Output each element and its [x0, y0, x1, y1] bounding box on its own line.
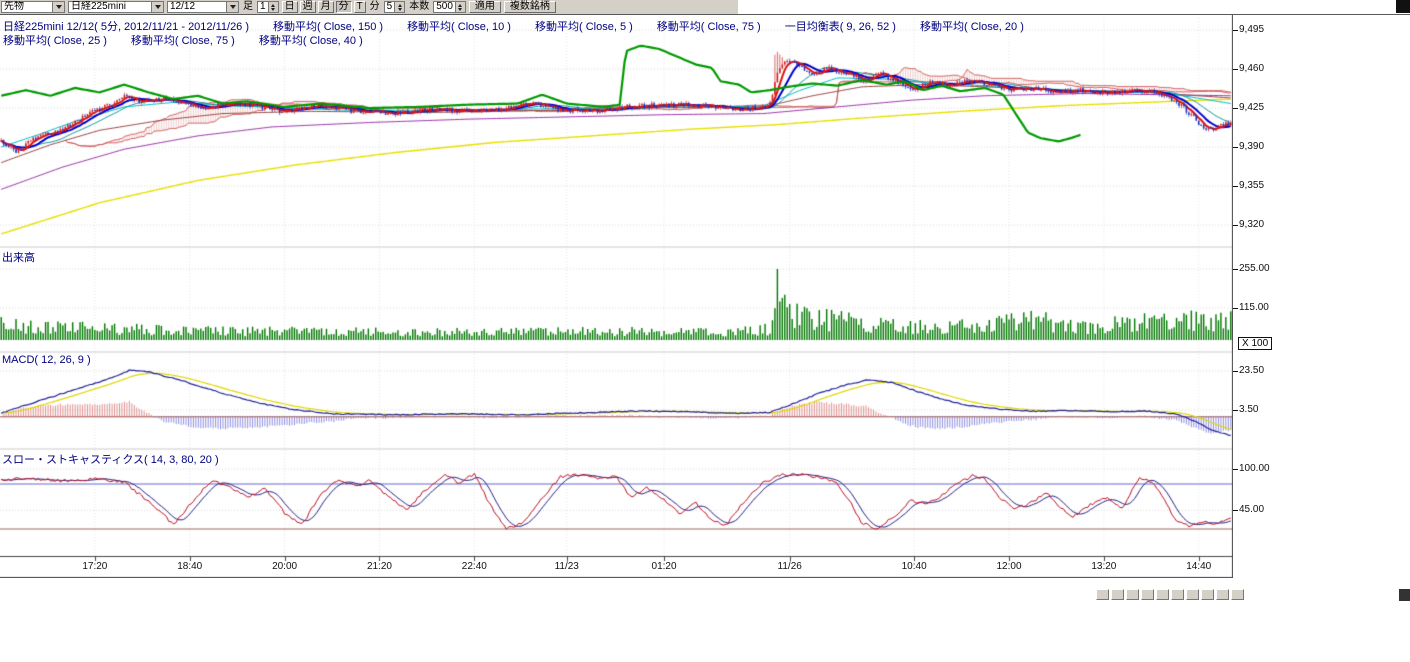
- axis-tick-mark: [1233, 30, 1238, 31]
- axis-tick-mark: [1233, 147, 1238, 148]
- time-axis-label: 12:00: [984, 561, 1034, 572]
- time-axis-label: 22:40: [449, 561, 499, 572]
- volume-axis-label: 115.00: [1239, 302, 1285, 313]
- stoch-axis-label: 45.00: [1239, 504, 1285, 515]
- price-axis-label: 9,355: [1239, 180, 1285, 191]
- price-axis-label: 9,390: [1239, 141, 1285, 152]
- toolbar-row: 先物 日経225mini 12/12 足 1 日週月分T 分 5 本数 500 …: [0, 0, 1410, 15]
- chart-tool-button-8[interactable]: [1201, 589, 1214, 600]
- macd-panel-label: MACD( 12, 26, 9 ): [2, 354, 91, 366]
- bottom-corner-box: [1399, 589, 1410, 601]
- legend-item: 移動平均( Close, 40 ): [259, 35, 363, 47]
- apply-button[interactable]: 適用: [469, 1, 501, 13]
- chart-tool-button-7[interactable]: [1186, 589, 1199, 600]
- period-button-T[interactable]: T: [354, 1, 366, 13]
- time-axis-label: 11/26: [765, 561, 815, 572]
- ashi-count-value: 1: [258, 1, 268, 13]
- price-axis-label: 9,495: [1239, 24, 1285, 35]
- spinner-arrows-icon[interactable]: [455, 2, 465, 12]
- time-axis-label: 10:40: [889, 561, 939, 572]
- symbol-select-value: 日経225mini: [69, 1, 151, 13]
- time-axis-label: 20:00: [260, 561, 310, 572]
- bars-label: 本数: [408, 1, 430, 13]
- ashi-count-spinner[interactable]: 1: [257, 1, 279, 13]
- minute-label: 分: [369, 1, 381, 13]
- price-axis-label: 9,425: [1239, 102, 1285, 113]
- chart-tool-button-5[interactable]: [1156, 589, 1169, 600]
- contract-month-select[interactable]: 12/12: [167, 1, 239, 13]
- axis-tick-mark: [1233, 371, 1238, 372]
- legend-row-2: 移動平均( Close, 25 ) 移動平均( Close, 75 ) 移動平均( …: [3, 32, 387, 48]
- period-button-月[interactable]: 月: [318, 1, 334, 13]
- period-button-日[interactable]: 日: [282, 1, 298, 13]
- bars-value: 500: [434, 1, 455, 13]
- price-axis-label: 9,320: [1239, 219, 1285, 230]
- time-axis-label: 11/23: [542, 561, 592, 572]
- stoch-panel-label: スロー・ストキャスティクス( 14, 3, 80, 20 ): [2, 451, 219, 467]
- axis-tick-mark: [1233, 225, 1238, 226]
- volume-panel-label: 出来高: [2, 249, 35, 265]
- axis-tick-mark: [1233, 69, 1238, 70]
- market-select[interactable]: 先物: [1, 1, 65, 13]
- axis-tick-mark: [1233, 269, 1238, 270]
- legend-item: 移動平均( Close, 75 ): [131, 35, 235, 47]
- contract-month-value: 12/12: [168, 1, 226, 13]
- time-axis-label: 18:40: [165, 561, 215, 572]
- ashi-label: 足: [242, 1, 254, 13]
- chevron-down-icon[interactable]: [151, 2, 163, 12]
- chart-tool-button-3[interactable]: [1126, 589, 1139, 600]
- minute-spinner[interactable]: 5: [384, 1, 406, 13]
- legend-item: 移動平均( Close, 75 ): [657, 21, 761, 33]
- stoch-axis-label: 100.00: [1239, 463, 1285, 474]
- window-corner-box: [1396, 0, 1410, 13]
- bottom-mini-toolbar: [1096, 589, 1244, 600]
- spinner-arrows-icon[interactable]: [394, 2, 404, 12]
- chevron-down-icon[interactable]: [226, 2, 238, 12]
- volume-axis-label: 255.00: [1239, 263, 1285, 274]
- bars-spinner[interactable]: 500: [433, 1, 466, 13]
- period-button-group: 日週月分T: [282, 1, 366, 13]
- legend-item: 移動平均( Close, 10 ): [407, 21, 511, 33]
- chart-tool-button-2[interactable]: [1111, 589, 1124, 600]
- axis-tick-mark: [1233, 108, 1238, 109]
- macd-axis-label: 23.50: [1239, 365, 1285, 376]
- time-axis-label: 14:40: [1174, 561, 1224, 572]
- symbol-select[interactable]: 日経225mini: [68, 1, 164, 13]
- chart-tool-button-6[interactable]: [1171, 589, 1184, 600]
- chevron-down-icon[interactable]: [52, 2, 64, 12]
- legend-item: 移動平均( Close, 20 ): [920, 21, 1024, 33]
- chart-tool-button-1[interactable]: [1096, 589, 1109, 600]
- chart-tool-button-10[interactable]: [1231, 589, 1244, 600]
- multi-symbol-button[interactable]: 複数銘柄: [504, 1, 556, 13]
- macd-axis-label: 3.50: [1239, 404, 1285, 415]
- axis-tick-mark: [1233, 510, 1238, 511]
- axis-tick-mark: [1233, 308, 1238, 309]
- period-button-分[interactable]: 分: [336, 1, 352, 13]
- top-toolbar: 先物 日経225mini 12/12 足 1 日週月分T 分 5 本数 500 …: [0, 0, 738, 14]
- time-axis-label: 17:20: [70, 561, 120, 572]
- legend-item: 一目均衡表( 9, 26, 52 ): [785, 21, 896, 33]
- axis-tick-mark: [1233, 469, 1238, 470]
- volume-multiplier-badge: X 100: [1238, 337, 1272, 350]
- legend-item: 移動平均( Close, 25 ): [3, 35, 107, 47]
- chart-tool-button-4[interactable]: [1141, 589, 1154, 600]
- time-axis-label: 13:20: [1079, 561, 1129, 572]
- time-axis-label: 01:20: [639, 561, 689, 572]
- time-axis-label: 21:20: [354, 561, 404, 572]
- period-button-週[interactable]: 週: [300, 1, 316, 13]
- chart-tool-button-9[interactable]: [1216, 589, 1229, 600]
- market-select-value: 先物: [2, 1, 52, 13]
- chart-area: 日経225mini 12/12( 5分, 2012/11/21 - 2012/1…: [0, 14, 1410, 662]
- price-chart-canvas[interactable]: [0, 14, 1233, 578]
- spinner-arrows-icon[interactable]: [268, 2, 278, 12]
- price-axis-label: 9,460: [1239, 63, 1285, 74]
- axis-tick-mark: [1233, 410, 1238, 411]
- axis-tick-mark: [1233, 186, 1238, 187]
- legend-item: 移動平均( Close, 5 ): [535, 21, 633, 33]
- minute-value: 5: [385, 1, 395, 13]
